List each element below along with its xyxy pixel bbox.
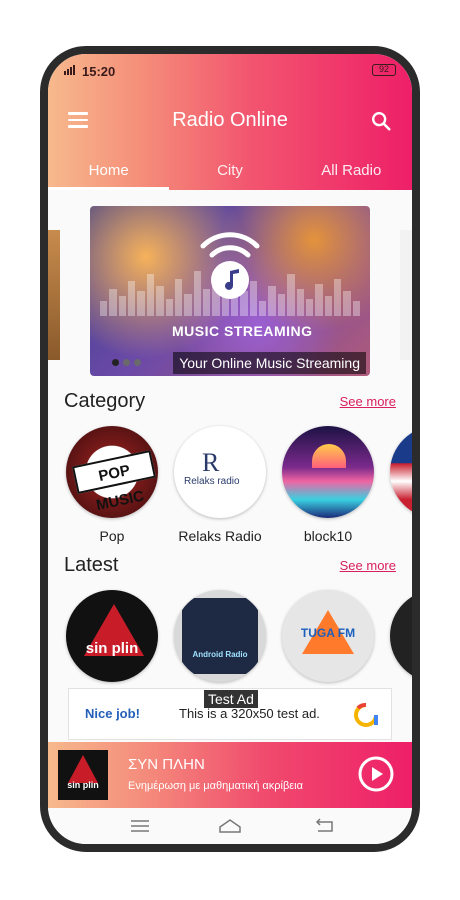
category-label: Relaks Radio bbox=[178, 528, 262, 544]
banner-slide[interactable]: MUSIC STREAMING Your Online Music Stream… bbox=[90, 206, 370, 376]
ad-nice-text: Nice job! bbox=[85, 706, 140, 721]
latest-item-partial[interactable] bbox=[390, 590, 412, 682]
banner-prev-peek[interactable] bbox=[48, 230, 60, 360]
app-bar: 15:20 92 Radio Online Home City All Radi… bbox=[48, 54, 412, 190]
screen: 15:20 92 Radio Online Home City All Radi… bbox=[48, 54, 412, 844]
banner-next-peek[interactable] bbox=[400, 230, 412, 360]
player-station-name: ΣΥΝ ΠΛΗΝ bbox=[128, 756, 205, 773]
station-thumbnail: sin plin bbox=[58, 750, 108, 800]
status-time: 15:20 bbox=[82, 64, 116, 79]
banner-headline: MUSIC STREAMING bbox=[172, 323, 313, 339]
category-see-more-link[interactable]: See more bbox=[340, 394, 396, 409]
latest-logo bbox=[390, 590, 412, 682]
carousel-dots bbox=[112, 359, 141, 366]
tab-bar: Home City All Radio bbox=[48, 154, 412, 190]
ad-logo-icon bbox=[354, 703, 378, 727]
category-logo bbox=[390, 426, 412, 518]
latest-logo: Android Radio bbox=[174, 590, 266, 682]
signal-icon bbox=[64, 65, 75, 75]
nav-menu-icon[interactable] bbox=[130, 818, 150, 834]
player-station-description: Ενημέρωση με μαθηματική ακρίβεια bbox=[128, 780, 303, 792]
category-item-partial[interactable] bbox=[390, 426, 412, 544]
banner-caption: Your Online Music Streaming bbox=[173, 352, 366, 374]
status-right: 92 bbox=[368, 64, 396, 77]
category-item-relaks-radio[interactable]: R Relaks radio Relaks Radio bbox=[174, 426, 266, 544]
test-ad-tag: Test Ad bbox=[204, 690, 258, 708]
latest-item-sin-plin[interactable]: sin plin bbox=[66, 590, 158, 682]
category-item-block10[interactable]: block10 bbox=[282, 426, 374, 544]
nav-home-icon[interactable] bbox=[218, 818, 242, 834]
latest-title: Latest bbox=[64, 554, 119, 576]
category-label: Pop bbox=[99, 528, 125, 544]
latest-item-android-radio[interactable]: Android Radio bbox=[174, 590, 266, 682]
search-icon[interactable] bbox=[370, 110, 392, 132]
latest-see-more-link[interactable]: See more bbox=[340, 558, 396, 573]
category-logo bbox=[282, 426, 374, 518]
system-nav-bar bbox=[48, 808, 412, 844]
battery-icon: 92 bbox=[372, 64, 396, 77]
category-row: POP MUSIC Pop R Relaks radio Relaks Radi… bbox=[66, 426, 412, 544]
nav-back-icon[interactable] bbox=[314, 818, 334, 834]
latest-row: sin plin Android Radio TUGA FM bbox=[66, 590, 412, 682]
category-label: block10 bbox=[303, 528, 353, 544]
category-logo: POP MUSIC bbox=[66, 426, 158, 518]
status-bar: 15:20 92 bbox=[48, 54, 412, 88]
music-note-icon bbox=[200, 232, 260, 299]
latest-logo: sin plin bbox=[66, 590, 158, 682]
category-title: Category bbox=[64, 390, 146, 412]
phone-frame: 15:20 92 Radio Online Home City All Radi… bbox=[40, 46, 420, 852]
latest-logo: TUGA FM bbox=[282, 590, 374, 682]
category-item-pop[interactable]: POP MUSIC Pop bbox=[66, 426, 158, 544]
tab-all-radio[interactable]: All Radio bbox=[291, 154, 412, 190]
tab-home[interactable]: Home bbox=[48, 154, 170, 190]
latest-item-tuga-fm[interactable]: TUGA FM bbox=[282, 590, 374, 682]
tab-city[interactable]: City bbox=[169, 154, 290, 190]
category-logo: R Relaks radio bbox=[174, 426, 266, 518]
play-icon[interactable] bbox=[358, 756, 394, 792]
page-title: Radio Online bbox=[172, 109, 288, 131]
ad-message: This is a 320x50 test ad. bbox=[179, 706, 320, 721]
mini-player[interactable]: sin plin ΣΥΝ ΠΛΗΝ Ενημέρωση με μαθηματικ… bbox=[48, 742, 412, 808]
